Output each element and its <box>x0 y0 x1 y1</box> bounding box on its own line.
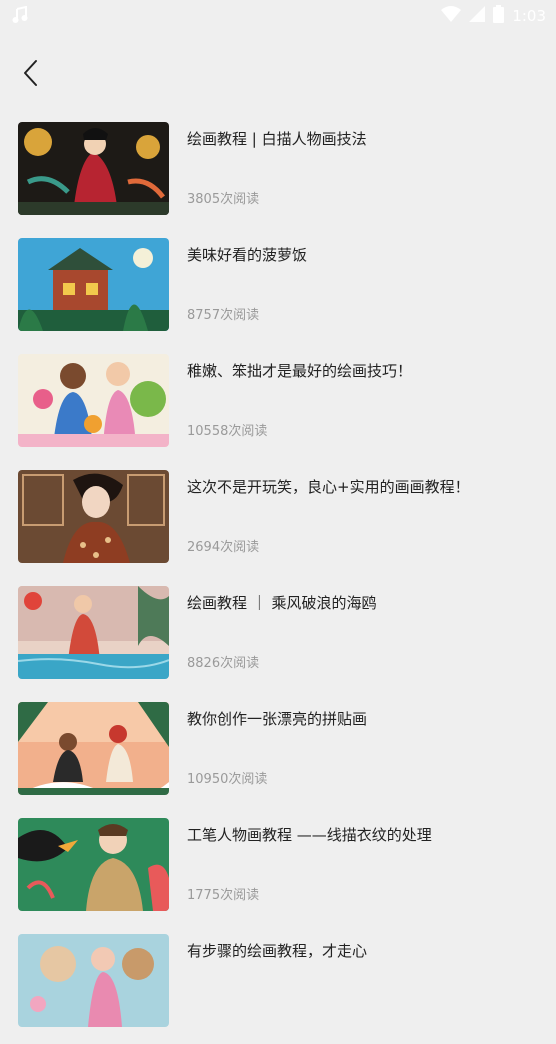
article-item[interactable]: 工笔人物画教程 ——线描衣纹的处理 1775次阅读 <box>0 812 556 928</box>
article-read-count: 10558次阅读 <box>187 424 268 439</box>
article-title: 教你创作一张漂亮的拼贴画 <box>187 710 368 728</box>
article-read-count: 8757次阅读 <box>187 308 260 323</box>
article-item[interactable]: 美味好看的菠萝饭 8757次阅读 <box>0 232 556 348</box>
article-item[interactable]: 教你创作一张漂亮的拼贴画 10950次阅读 <box>0 696 556 812</box>
wifi-icon <box>441 6 462 26</box>
article-title: 绘画教程 | 白描人物画技法 <box>187 130 367 148</box>
status-bar: 1:03 <box>0 0 556 32</box>
article-read-count: 8826次阅读 <box>187 656 260 671</box>
music-note-icon <box>12 5 28 28</box>
article-thumbnail <box>18 702 169 795</box>
back-button[interactable] <box>14 58 48 92</box>
article-read-count: 3805次阅读 <box>187 192 260 207</box>
article-title: 有步骤的绘画教程，才走心 <box>187 942 368 960</box>
article-list: 绘画教程 | 白描人物画技法 3805次阅读 美味好看的菠萝饭 8757次阅读 <box>0 116 556 1044</box>
article-title: 美味好看的菠萝饭 <box>187 246 308 264</box>
article-thumbnail <box>18 934 169 1027</box>
status-time: 1:03 <box>512 7 546 25</box>
article-thumbnail <box>18 354 169 447</box>
article-title: 工笔人物画教程 ——线描衣纹的处理 <box>187 826 432 844</box>
article-title: 这次不是开玩笑，良心+实用的画画教程！ <box>187 478 470 496</box>
article-read-count: 10950次阅读 <box>187 772 268 787</box>
article-title: 绘画教程 ｜ 乘风破浪的海鸥 <box>187 594 377 612</box>
article-read-count: 1775次阅读 <box>187 888 260 903</box>
battery-icon <box>493 5 505 27</box>
article-read-count: 2694次阅读 <box>187 540 260 555</box>
article-thumbnail <box>18 238 169 331</box>
signal-icon <box>469 6 486 26</box>
article-item[interactable]: 绘画教程 ｜ 乘风破浪的海鸥 8826次阅读 <box>0 580 556 696</box>
article-thumbnail <box>18 470 169 563</box>
article-item[interactable]: 这次不是开玩笑，良心+实用的画画教程！ 2694次阅读 <box>0 464 556 580</box>
article-item[interactable]: 稚嫩、笨拙才是最好的绘画技巧！ 10558次阅读 <box>0 348 556 464</box>
article-title: 稚嫩、笨拙才是最好的绘画技巧！ <box>187 362 413 380</box>
article-thumbnail <box>18 122 169 215</box>
article-thumbnail <box>18 818 169 911</box>
article-item[interactable]: 绘画教程 | 白描人物画技法 3805次阅读 <box>0 116 556 232</box>
chevron-left-icon <box>22 59 40 91</box>
article-item[interactable]: 有步骤的绘画教程，才走心 <box>0 928 556 1044</box>
article-thumbnail <box>18 586 169 679</box>
